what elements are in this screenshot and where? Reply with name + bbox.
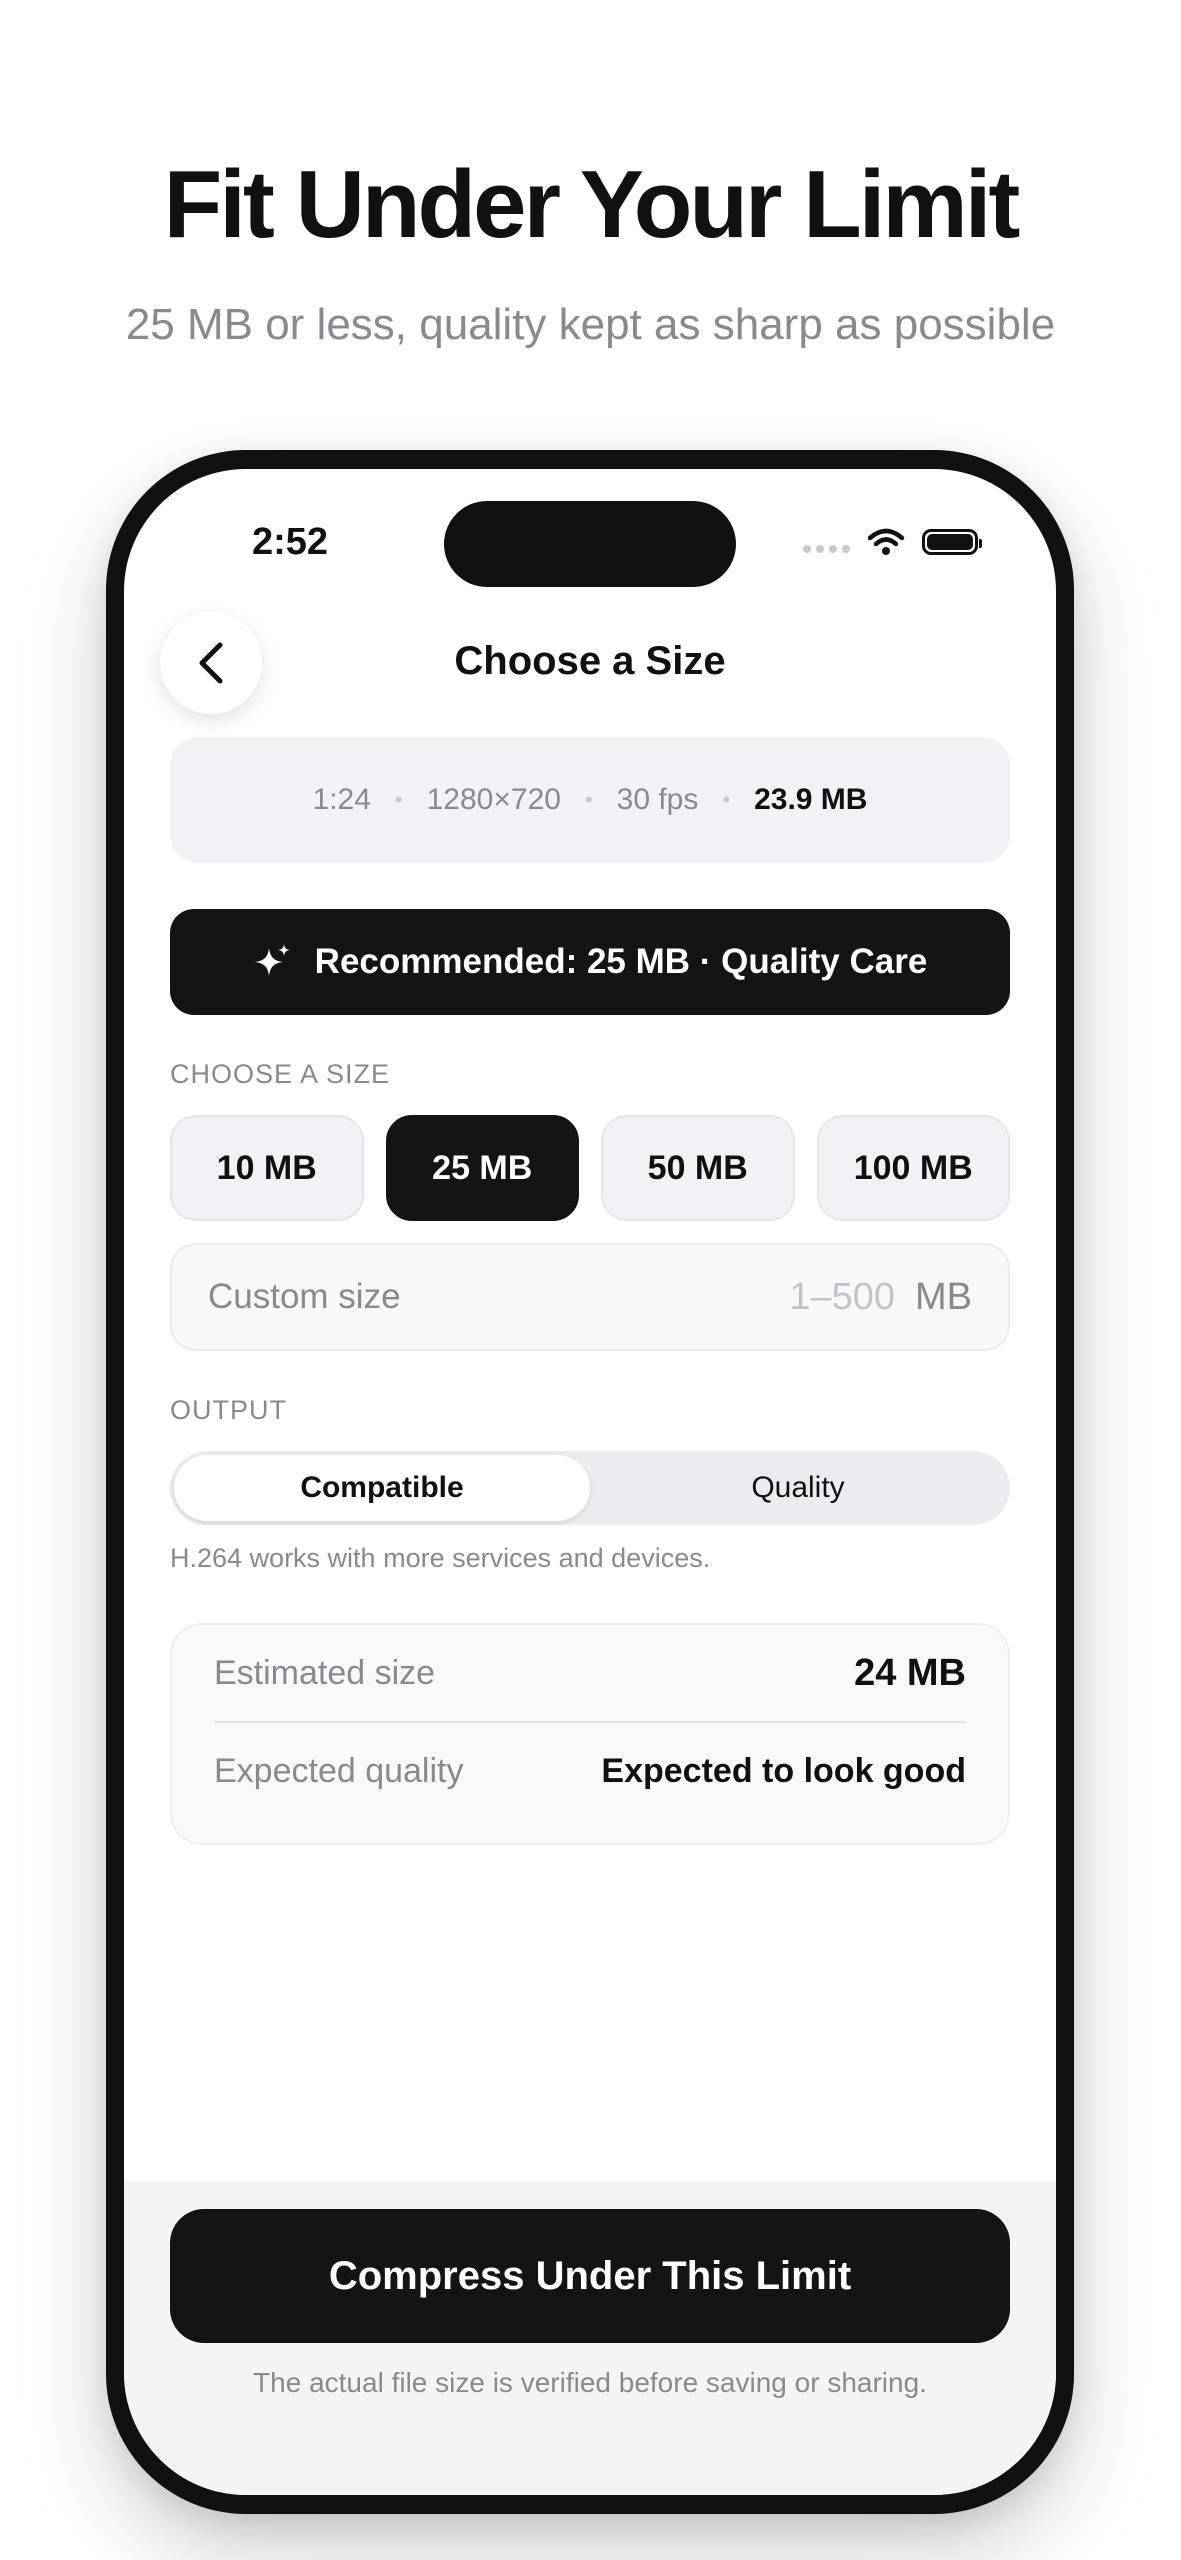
custom-size-field[interactable]: Custom size MB [170,1243,1010,1351]
separator-dot: • [722,787,731,812]
video-info-card: 1:24 • 1280×720 • 30 fps • 23.9 MB [170,737,1010,863]
wifi-icon [867,528,905,555]
custom-size-label: Custom size [208,1277,401,1316]
output-option-quality[interactable]: Quality [590,1455,1006,1521]
compress-button[interactable]: Compress Under This Limit [170,2209,1010,2343]
size-option-25mb[interactable]: 25 MB [385,1115,579,1221]
estimated-size-label: Estimated size [214,1653,436,1692]
battery-icon [922,529,982,555]
dynamic-island [444,501,736,587]
headline: Fit Under Your Limit [163,151,1021,258]
estimated-size-value: 24 MB [854,1651,966,1694]
recommendation-text: Recommended: 25 MB · Quality Care [314,942,928,981]
video-duration: 1:24 [312,783,371,816]
estimated-size-row: Estimated size 24 MB [214,1625,966,1723]
output-segmented-control: Compatible Quality [170,1451,1010,1525]
size-option-50mb[interactable]: 50 MB [601,1115,795,1221]
video-resolution: 1280×720 [426,783,561,816]
phone-screen: 2:52 Choose a Size 1:24 • 1280×720 • 30 … [124,469,1056,2495]
size-option-10mb[interactable]: 10 MB [170,1115,364,1221]
estimate-card: Estimated size 24 MB Expected quality Ex… [170,1623,1010,1845]
separator-dot: • [584,787,593,812]
separator-dot: • [394,787,403,812]
size-options: 10 MB 25 MB 50 MB 100 MB [170,1115,1010,1221]
footnote: The actual file size is verified before … [253,2367,927,2398]
video-file-size: 23.9 MB [754,783,868,816]
output-label: OUTPUT [170,1395,287,1425]
output-option-compatible[interactable]: Compatible [174,1455,590,1521]
output-helper-text: H.264 works with more services and devic… [170,1543,711,1573]
custom-size-input[interactable] [743,1274,897,1320]
expected-quality-value: Expected to look good [601,1751,966,1790]
status-icons [803,527,982,557]
custom-size-unit: MB [915,1275,972,1318]
signal-dots-icon [803,531,850,553]
subheadline: 25 MB or less, quality kept as sharp as … [125,300,1056,349]
nav-title: Choose a Size [454,639,726,683]
sparkle-icon [254,944,290,976]
expected-quality-row: Expected quality Expected to look good [214,1723,966,1819]
size-option-100mb[interactable]: 100 MB [816,1115,1010,1221]
status-time: 2:52 [252,521,329,563]
video-fps: 30 fps [616,783,699,816]
choose-size-label: CHOOSE A SIZE [170,1059,391,1089]
recommendation-button[interactable]: Recommended: 25 MB · Quality Care [170,909,1010,1015]
expected-quality-label: Expected quality [214,1751,464,1790]
